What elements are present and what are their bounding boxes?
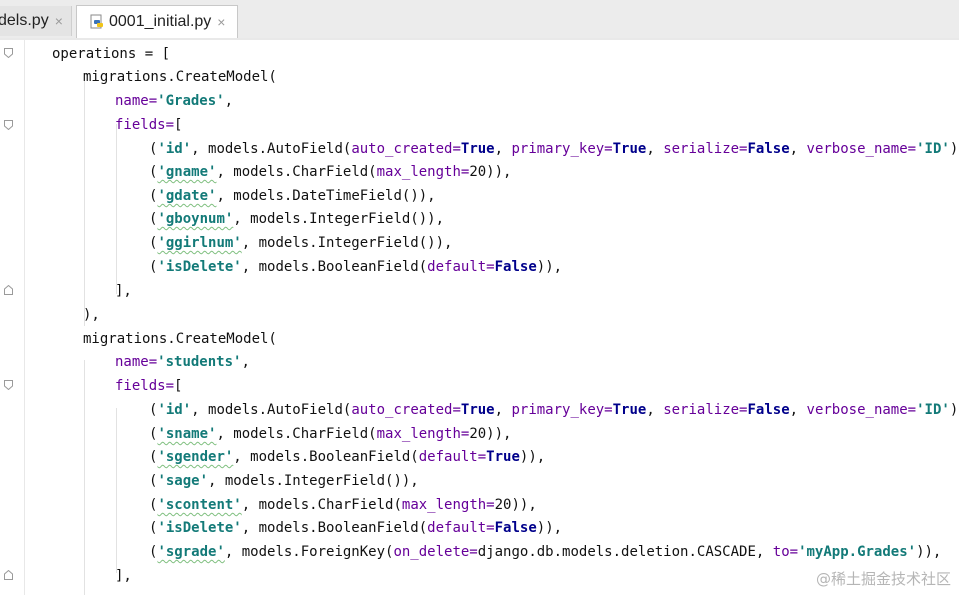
code-line: ],	[115, 283, 132, 299]
code-line: fields=[	[115, 117, 183, 133]
code-line: name='Grades',	[115, 93, 234, 109]
close-icon[interactable]: ×	[217, 14, 225, 30]
code-line: ('sgrade', models.ForeignKey(on_delete=d…	[149, 544, 942, 560]
code-line: ],	[115, 568, 132, 584]
tab-models-py[interactable]: dels.py ×	[0, 6, 72, 36]
fold-end-icon[interactable]	[4, 570, 13, 580]
editor-gutter	[0, 40, 25, 595]
code-line: ('gboynum', models.IntegerField()),	[149, 211, 445, 227]
code-line: migrations.CreateModel(	[83, 69, 277, 85]
code-editor[interactable]: operations = [ migrations.CreateModel( n…	[24, 40, 959, 595]
code-line: ('id', models.AutoField(auto_created=Tru…	[149, 141, 959, 157]
code-line: ('sage', models.IntegerField()),	[149, 473, 419, 489]
code-line: ('sgender', models.BooleanField(default=…	[149, 449, 546, 465]
editor-tab-bar: dels.py × 0001_initial.py ×	[0, 0, 959, 39]
code-line: ('sname', models.CharField(max_length=20…	[149, 426, 512, 442]
watermark: @稀土掘金技术社区	[815, 570, 951, 588]
fold-marker-icon[interactable]	[4, 48, 13, 58]
python-file-icon	[89, 14, 105, 30]
code-line: migrations.CreateModel(	[83, 331, 277, 347]
code-line: ('ggirlnum', models.IntegerField()),	[149, 235, 453, 251]
fold-end-icon[interactable]	[4, 285, 13, 295]
fold-marker-icon[interactable]	[4, 120, 13, 130]
code-line: ('isDelete', models.BooleanField(default…	[149, 259, 563, 275]
code-line: ('gdate', models.DateTimeField()),	[149, 188, 436, 204]
indent-guide	[116, 408, 117, 573]
code-line: ('id', models.AutoField(auto_created=Tru…	[149, 402, 959, 418]
code-line: operations = [	[52, 46, 171, 62]
tab-0001-initial-py[interactable]: 0001_initial.py ×	[76, 5, 238, 38]
code-line: fields=[	[115, 378, 183, 394]
fold-marker-icon[interactable]	[4, 380, 13, 390]
indent-guide	[84, 360, 85, 595]
tab-label: dels.py	[0, 12, 49, 29]
indent-guide	[116, 124, 117, 294]
close-icon[interactable]: ×	[55, 13, 63, 29]
code-line: ('isDelete', models.BooleanField(default…	[149, 520, 563, 536]
code-line: ('gname', models.CharField(max_length=20…	[149, 164, 512, 180]
code-line: ),	[83, 307, 100, 323]
tab-label: 0001_initial.py	[109, 13, 212, 30]
code-line: name='students',	[115, 354, 250, 370]
code-line: ('scontent', models.CharField(max_length…	[149, 497, 537, 513]
indent-guide	[84, 76, 85, 326]
